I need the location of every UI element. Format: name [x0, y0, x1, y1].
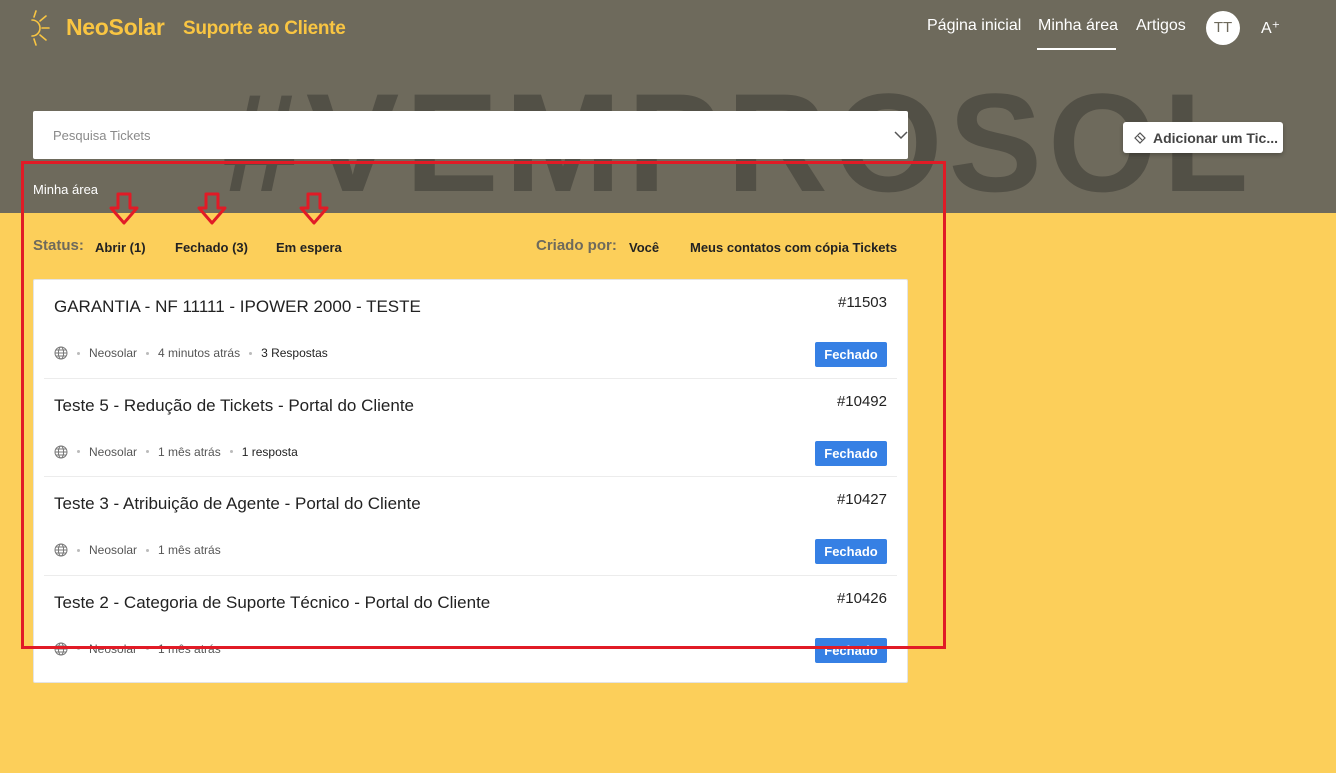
created-by-label: Criado por: [536, 237, 617, 254]
ticket-row[interactable]: Teste 5 - Redução de Tickets - Portal do… [44, 379, 897, 477]
ticket-id: #10427 [836, 491, 887, 508]
nav-articles[interactable]: Artigos [1136, 17, 1186, 35]
status-badge: Fechado [815, 440, 887, 466]
status-badge: Fechado [815, 637, 887, 663]
status-filter-on-hold[interactable]: Em espera [276, 240, 342, 255]
ticket-time: 1 mês atrás [158, 543, 221, 557]
annotation-arrow-down-icon [197, 192, 227, 225]
globe-icon [54, 543, 68, 557]
add-ticket-button[interactable]: Adicionar um Tic... [1123, 122, 1283, 153]
top-bar: NeoSolar Suporte ao Cliente Página inici… [0, 0, 1336, 56]
status-badge: Fechado [815, 342, 887, 367]
ticket-meta: Neosolar 4 minutos atrás 3 Respostas [54, 346, 328, 360]
sun-logo-icon[interactable] [28, 10, 52, 46]
ticket-id: #11503 [838, 294, 887, 311]
ticket-meta: Neosolar 1 mês atrás 1 resposta [54, 445, 298, 459]
user-avatar[interactable]: TT [1206, 11, 1240, 45]
ticket-title[interactable]: Teste 5 - Redução de Tickets - Portal do… [54, 396, 414, 416]
ticket-company: Neosolar [89, 641, 138, 656]
ticket-company: Neosolar [89, 543, 138, 557]
nav-my-area[interactable]: Minha área [1038, 17, 1118, 35]
ticket-search[interactable] [33, 111, 908, 159]
brand-name[interactable]: NeoSolar [66, 14, 165, 41]
search-input[interactable] [33, 111, 833, 159]
chevron-down-icon[interactable] [893, 127, 909, 143]
annotation-arrow-down-icon [299, 192, 329, 225]
globe-icon [54, 642, 68, 655]
status-filter-open[interactable]: Abrir (1) [95, 240, 146, 255]
ticket-icon [1134, 131, 1146, 144]
created-by-cc-contacts[interactable]: Meus contatos com cópia Tickets [690, 240, 897, 255]
ticket-replies: 1 resposta [241, 444, 298, 459]
ticket-id: #10426 [836, 589, 887, 607]
ticket-id: #10492 [836, 392, 887, 410]
nav-home[interactable]: Página inicial [927, 17, 1021, 35]
brand-subtitle: Suporte ao Cliente [183, 18, 346, 39]
annotation-arrow-down-icon [109, 192, 139, 225]
ticket-row[interactable]: Teste 3 - Atribuição de Agente - Portal … [44, 477, 897, 576]
created-by-you[interactable]: Você [629, 240, 659, 255]
ticket-row[interactable]: GARANTIA - NF 11111 - IPOWER 2000 - TEST… [44, 280, 897, 379]
status-filter-closed[interactable]: Fechado (3) [175, 240, 248, 255]
font-size-icon[interactable]: A⁺ [1261, 18, 1280, 38]
ticket-time: 1 mês atrás [158, 444, 221, 459]
ticket-company: Neosolar [89, 346, 138, 360]
ticket-title[interactable]: Teste 2 - Categoria de Suporte Técnico -… [54, 593, 490, 613]
ticket-title[interactable]: Teste 3 - Atribuição de Agente - Portal … [54, 494, 421, 514]
ticket-list: GARANTIA - NF 11111 - IPOWER 2000 - TEST… [33, 279, 908, 683]
ticket-meta: Neosolar 1 mês atrás [54, 543, 221, 557]
breadcrumb[interactable]: Minha área [33, 182, 98, 197]
ticket-replies: 3 Respostas [261, 346, 328, 360]
ticket-time: 4 minutos atrás [158, 346, 241, 360]
ticket-company: Neosolar [89, 444, 138, 459]
add-ticket-label: Adicionar um Tic... [1153, 129, 1278, 146]
status-badge: Fechado [815, 539, 887, 564]
globe-icon [54, 445, 68, 458]
nav-active-indicator [1037, 48, 1116, 50]
ticket-meta: Neosolar 1 mês atrás [54, 642, 221, 656]
ticket-title[interactable]: GARANTIA - NF 11111 - IPOWER 2000 - TEST… [54, 297, 421, 317]
ticket-row[interactable]: Teste 2 - Categoria de Suporte Técnico -… [44, 576, 897, 675]
status-filter-label: Status: [33, 237, 84, 254]
ticket-time: 1 mês atrás [158, 641, 221, 656]
globe-icon [54, 346, 68, 360]
